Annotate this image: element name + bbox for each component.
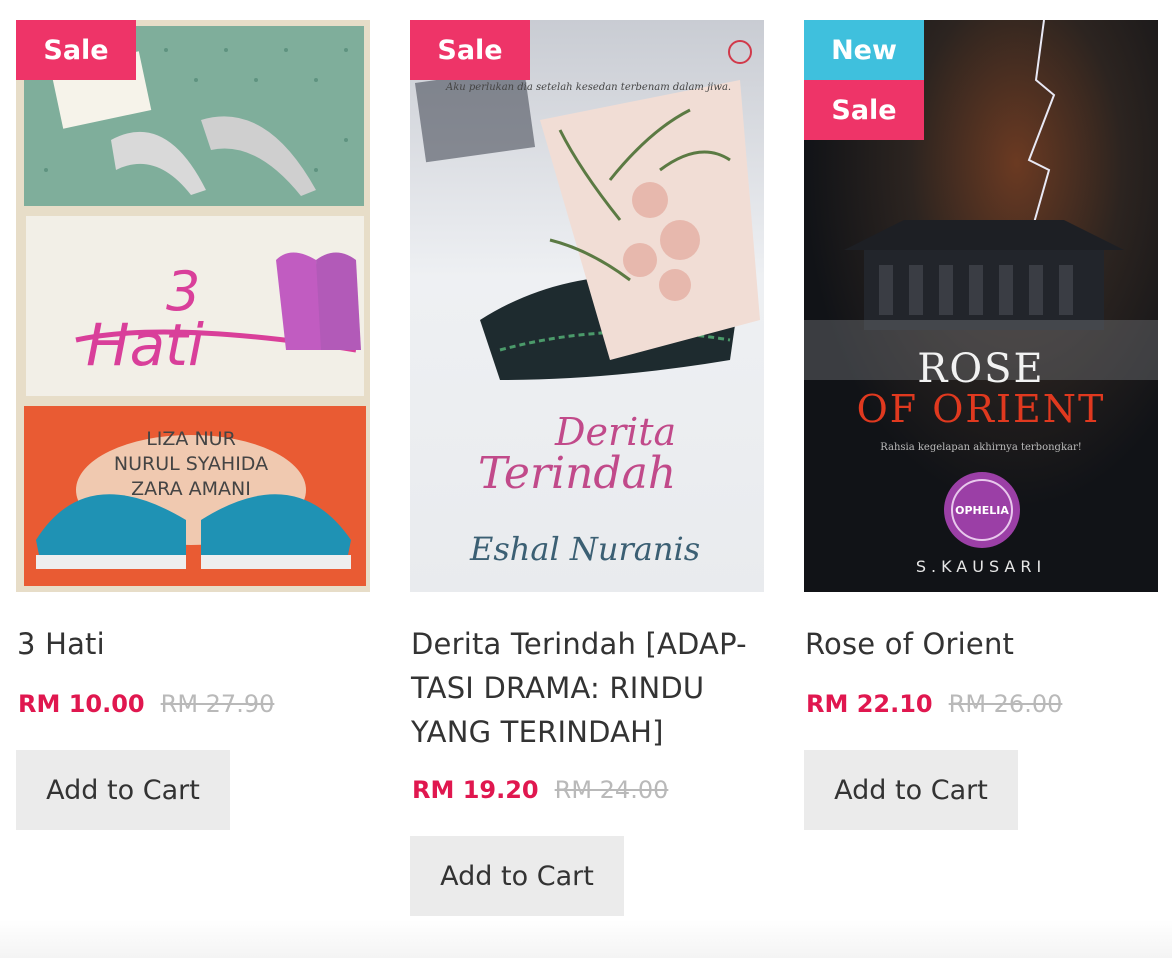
- book-cover-art: Aku perlukan dia setelah kesedan terbena…: [410, 20, 764, 592]
- sale-badge: Sale: [804, 80, 924, 140]
- product-card: Aku perlukan dia setelah kesedan terbena…: [410, 20, 764, 916]
- cover-title-hati: Hati: [86, 311, 204, 379]
- sale-price: RM 22.10: [806, 690, 933, 718]
- add-to-cart-button[interactable]: Add to Cart: [804, 750, 1018, 830]
- cover-seal-text: OPHELIA: [955, 504, 1009, 517]
- sale-badge: Sale: [16, 20, 136, 80]
- product-title[interactable]: Rose of Orient: [805, 622, 1158, 666]
- original-price: RM 24.00: [554, 776, 669, 804]
- cover-title-rose: ROSE: [917, 346, 1045, 392]
- cover-author-2: NURUL SYAHIDA: [114, 453, 268, 475]
- price-block: RM 19.20 RM 24.00: [410, 770, 764, 810]
- original-price: RM 27.90: [160, 690, 275, 718]
- product-title[interactable]: Derita Terindah [ADAP-TASI DRAMA: RINDU …: [411, 622, 764, 754]
- sale-price: RM 10.00: [18, 690, 145, 718]
- sale-badge: Sale: [410, 20, 530, 80]
- product-grid: 3 Hati LIZA NUR NURUL SYAHIDA ZARA AMANI…: [0, 0, 1172, 958]
- cover-author: S.KAUSARI: [916, 557, 1046, 576]
- original-price: RM 26.00: [948, 690, 1063, 718]
- product-card: 3 Hati LIZA NUR NURUL SYAHIDA ZARA AMANI…: [16, 20, 370, 830]
- cover-author: Eshal Nuranis: [469, 530, 700, 568]
- add-to-cart-button[interactable]: Add to Cart: [16, 750, 230, 830]
- book-cover-art: 3 Hati LIZA NUR NURUL SYAHIDA ZARA AMANI: [16, 20, 370, 592]
- cover-tagline: Rahsia kegelapan akhirnya terbongkar!: [880, 442, 1082, 453]
- cover-author-3: ZARA AMANI: [131, 478, 251, 500]
- price-block: RM 10.00 RM 27.90: [16, 684, 370, 724]
- cover-tagline: Aku perlukan dia setelah kesedan terbena…: [445, 82, 731, 93]
- price-block: RM 22.10 RM 26.00: [804, 684, 1158, 724]
- book-cover-image[interactable]: ROSE OF ORIENT Rahsia kegelapan akhirnya…: [804, 20, 1158, 592]
- product-card: ROSE OF ORIENT Rahsia kegelapan akhirnya…: [804, 20, 1158, 830]
- cover-author-1: LIZA NUR: [146, 428, 236, 450]
- sale-price: RM 19.20: [412, 776, 539, 804]
- new-badge: New: [804, 20, 924, 80]
- book-cover-image[interactable]: Aku perlukan dia setelah kesedan terbena…: [410, 20, 764, 592]
- product-title[interactable]: 3 Hati: [17, 622, 370, 666]
- add-to-cart-button[interactable]: Add to Cart: [410, 836, 624, 916]
- book-cover-image[interactable]: 3 Hati LIZA NUR NURUL SYAHIDA ZARA AMANI…: [16, 20, 370, 592]
- cover-title-orient: OF ORIENT: [857, 387, 1106, 431]
- bottom-shadow: [0, 920, 1172, 958]
- cover-title-terindah: Terindah: [478, 448, 676, 499]
